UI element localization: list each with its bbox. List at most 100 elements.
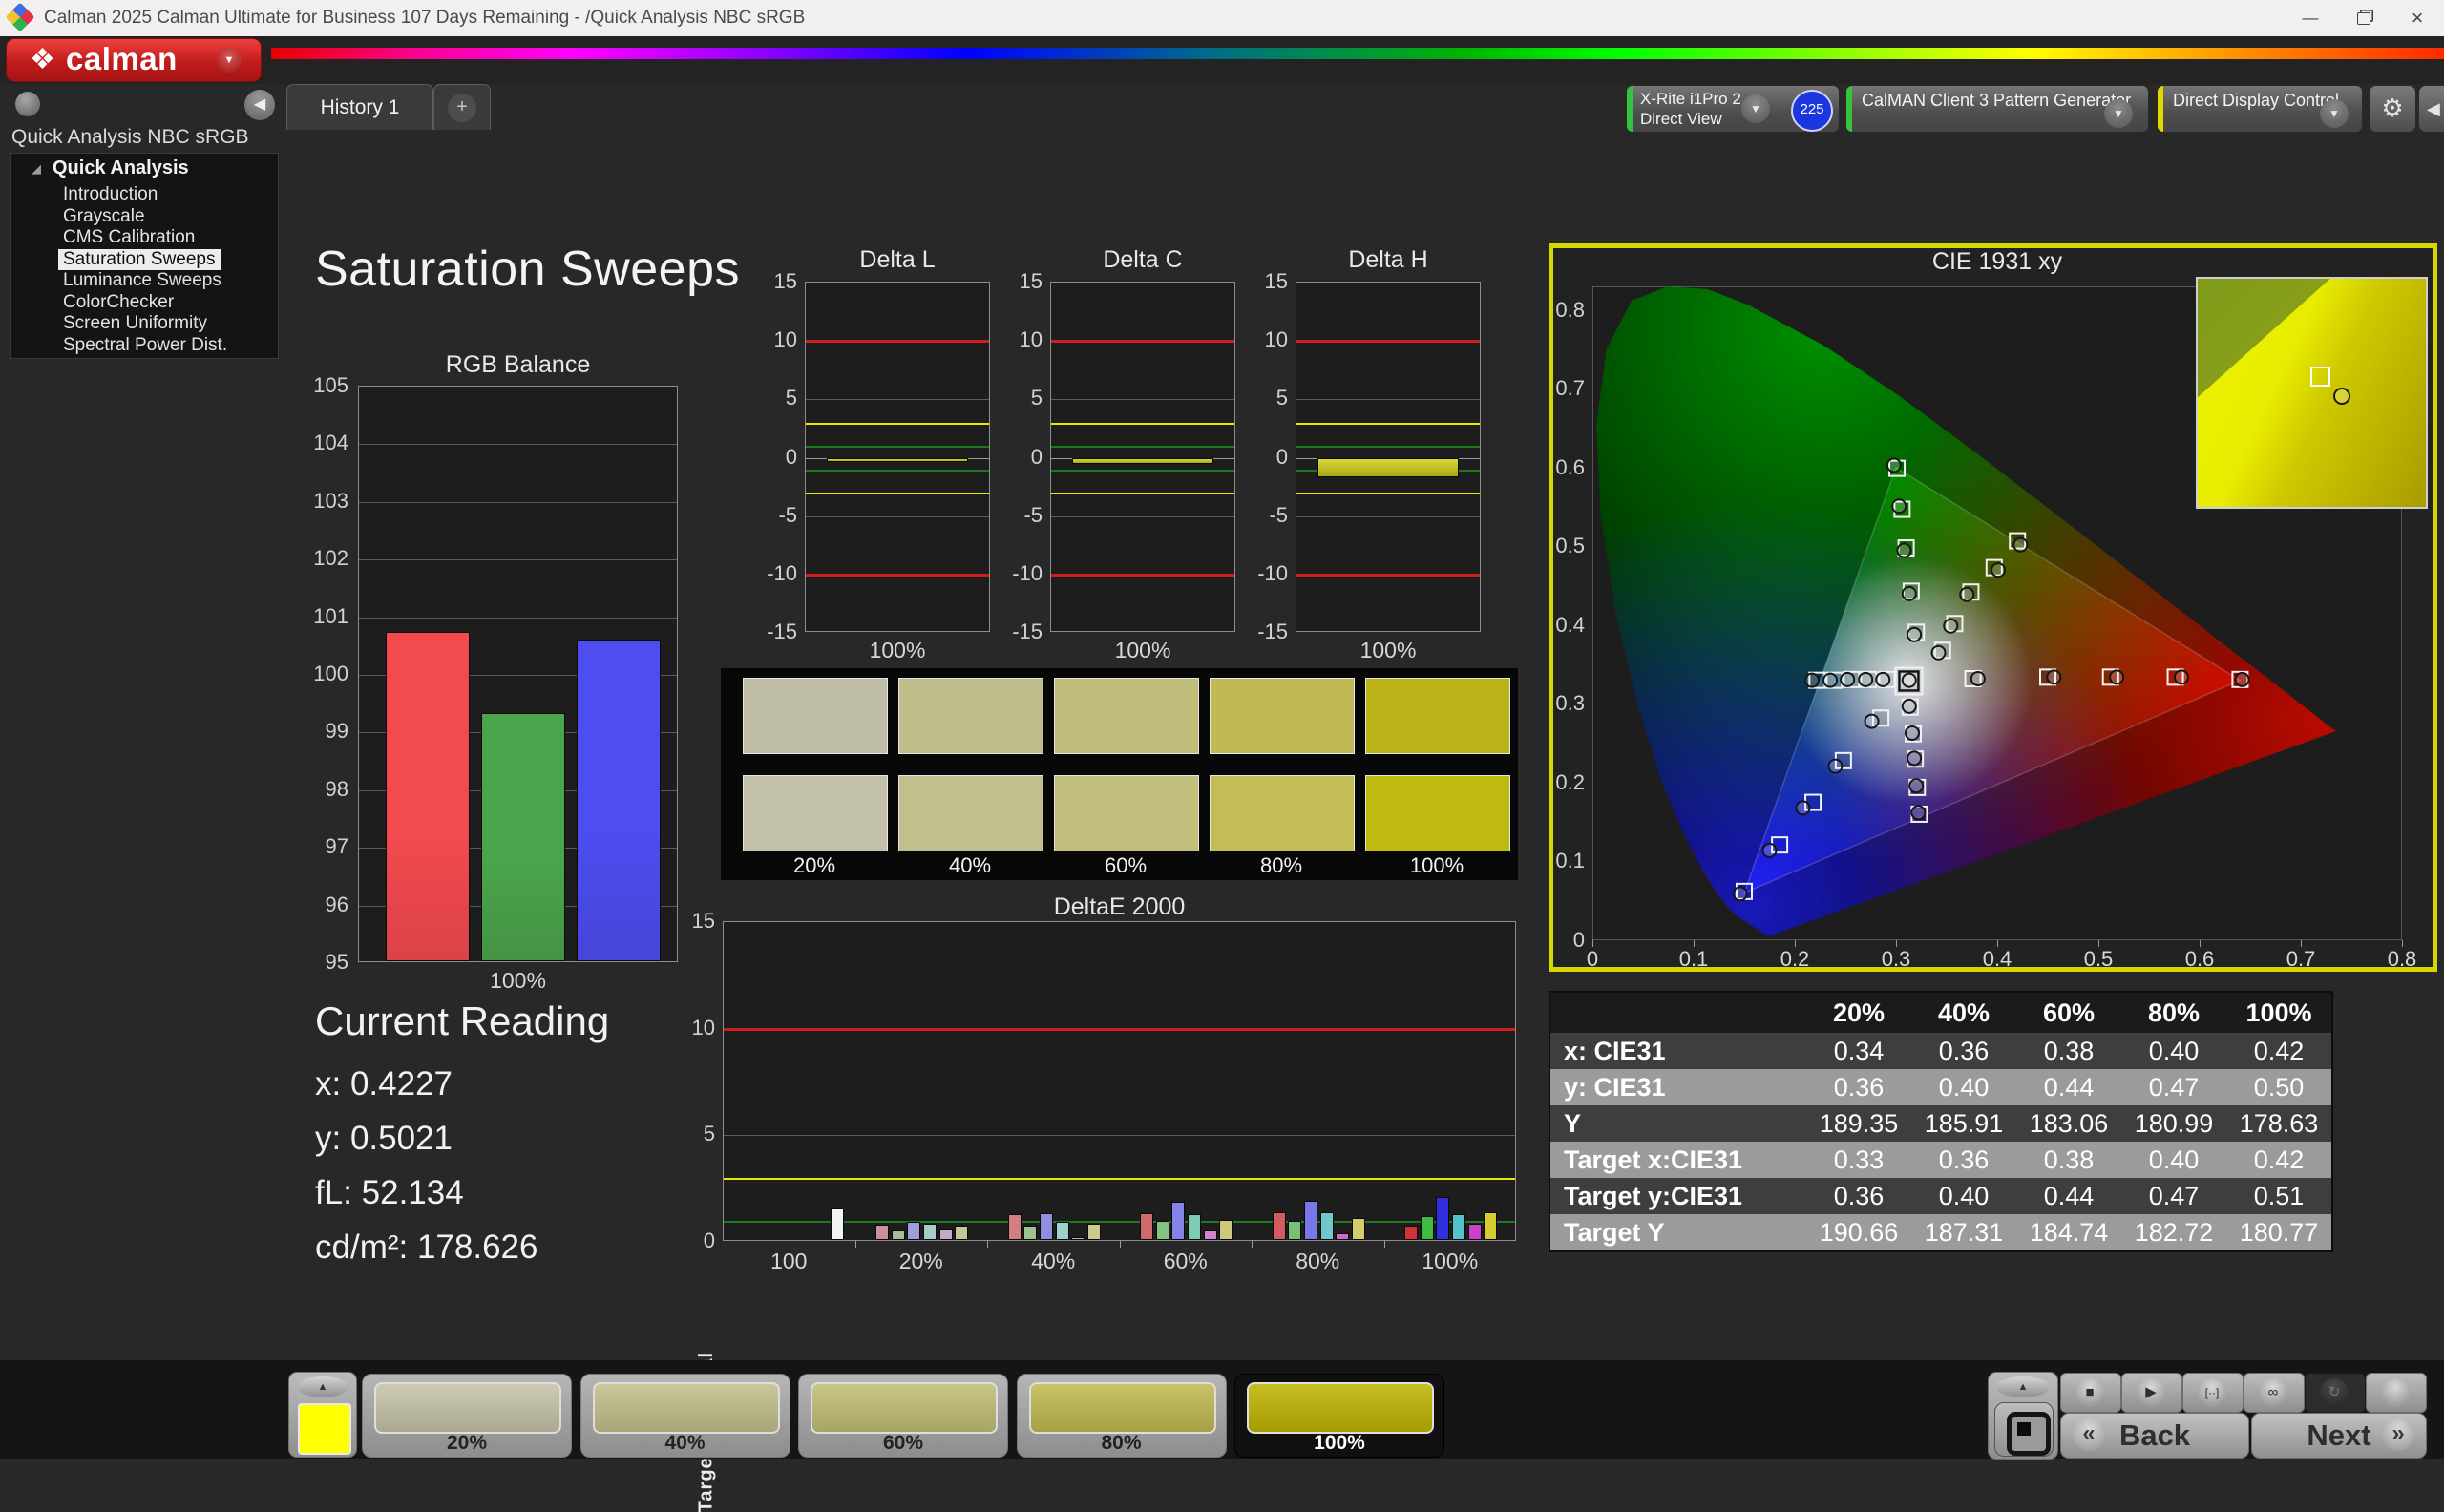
pattern-generator-dropdown[interactable]: CalMAN Client 3 Pattern Generator ▼ bbox=[1845, 85, 2149, 133]
quick-yellow-swatch[interactable] bbox=[298, 1403, 351, 1455]
table-cell: 183.06 bbox=[2029, 1109, 2109, 1138]
table-header-cell: 60% bbox=[2042, 998, 2096, 1027]
display-control-dropdown[interactable]: Direct Display Control ▼ bbox=[2157, 85, 2363, 133]
deltae-bar bbox=[907, 1222, 921, 1240]
gridline bbox=[359, 559, 677, 561]
table-row-label: Target x:CIE31 bbox=[1564, 1145, 1743, 1174]
pattern-level-button-20%[interactable]: 20% bbox=[362, 1374, 572, 1458]
collapse-panel-button[interactable]: ◀ bbox=[2418, 85, 2444, 133]
control-button-play[interactable]: ▶ bbox=[2121, 1373, 2182, 1413]
table-cell: 0.47 bbox=[2148, 1182, 2200, 1210]
layout-button[interactable] bbox=[1994, 1402, 2054, 1457]
limit-line-red bbox=[1051, 340, 1234, 344]
actual-swatch-40% bbox=[898, 678, 1043, 754]
sidebar-item-saturation-sweeps[interactable]: Saturation Sweeps bbox=[58, 248, 221, 270]
cie-ytick-label: 0.6 bbox=[1555, 454, 1585, 479]
sidebar-item-screen-uniformity[interactable]: Screen Uniformity bbox=[58, 313, 212, 334]
pattern-level-button-100%[interactable]: 100% bbox=[1234, 1374, 1444, 1458]
cie-measured-marker bbox=[1858, 671, 1874, 687]
next-chevron-icon: » bbox=[2382, 1418, 2414, 1451]
swatch-column-label: 60% bbox=[1104, 853, 1148, 877]
deltae-bar bbox=[891, 1229, 905, 1240]
rgb-ytick-label: 104 bbox=[313, 430, 348, 455]
cie-measured-marker bbox=[2234, 671, 2250, 687]
close-button[interactable]: × bbox=[2391, 0, 2444, 36]
restore-button[interactable] bbox=[2337, 0, 2391, 36]
delta-ytick-label: -15 bbox=[1257, 620, 1288, 643]
delta-ytick-label: -5 bbox=[1269, 502, 1288, 527]
sidebar-item-grayscale[interactable]: Grayscale bbox=[58, 206, 150, 227]
sidebar-item-introduction[interactable]: Introduction bbox=[58, 184, 162, 205]
cie-ytick-label: 0.2 bbox=[1555, 769, 1585, 794]
target-swatch-40% bbox=[898, 775, 1043, 851]
cie-measured-marker bbox=[1908, 778, 1925, 794]
control-button-pattern[interactable]: [··] bbox=[2182, 1373, 2244, 1413]
rgb-balance-plot bbox=[358, 386, 678, 962]
deltae-ytick-label: 15 bbox=[691, 909, 715, 933]
tab-history-1[interactable]: History 1 bbox=[286, 84, 433, 130]
deltae-bar bbox=[875, 1224, 890, 1240]
pattern-level-button-40%[interactable]: 40% bbox=[579, 1374, 790, 1458]
pattern-level-button-60%[interactable]: 60% bbox=[798, 1374, 1008, 1458]
cie-measured-marker bbox=[1991, 562, 2007, 578]
window-title: Calman 2025 Calman Ultimate for Business… bbox=[44, 8, 806, 28]
delta-l-title: Delta L bbox=[859, 246, 936, 273]
sidebar-item-luminance-sweeps[interactable]: Luminance Sweeps bbox=[58, 270, 226, 291]
table-cell: 182.72 bbox=[2134, 1218, 2214, 1247]
add-tab-button[interactable]: + bbox=[433, 84, 491, 130]
delta-ytick-label: -5 bbox=[778, 502, 797, 527]
sidebar-indicator-button[interactable] bbox=[15, 92, 40, 116]
cie-xtick-label: 0.2 bbox=[1780, 947, 1810, 971]
sidebar-item-spectral-power-dist-[interactable]: Spectral Power Dist. bbox=[58, 335, 232, 356]
chevron-down-icon: ▼ bbox=[2320, 99, 2349, 128]
gridline bbox=[359, 617, 677, 619]
meter-dropdown[interactable]: X-Rite i1Pro 2 Direct View ▼ 225 bbox=[1626, 85, 1840, 133]
control-button-stop[interactable]: ■ bbox=[2060, 1373, 2121, 1413]
limit-line-yellow bbox=[1051, 422, 1234, 425]
calman-menu-button[interactable]: ❖ calman ▼ bbox=[6, 38, 262, 82]
deltae-bar bbox=[923, 1224, 938, 1240]
sidebar-collapse-button[interactable]: ◀ bbox=[244, 90, 275, 120]
table-row: Y 189.35 185.91 183.06 180.99 178.63 bbox=[1550, 1105, 2331, 1142]
table-cell: 0.40 bbox=[2148, 1145, 2200, 1174]
table-cell: 190.66 bbox=[1819, 1218, 1899, 1247]
pattern-up-button[interactable]: ▲ bbox=[298, 1376, 348, 1397]
deltae-bar bbox=[1171, 1201, 1186, 1240]
back-button[interactable]: Back « bbox=[2060, 1413, 2249, 1459]
chevron-down-icon: ▼ bbox=[217, 48, 242, 73]
cie-1931-title: CIE 1931 xy bbox=[1931, 248, 2063, 275]
stop-icon: ■ bbox=[2075, 1378, 2104, 1407]
next-button[interactable]: Next» bbox=[2251, 1413, 2427, 1459]
gridline bbox=[1296, 515, 1480, 517]
delta-bar bbox=[827, 457, 968, 463]
tree-root-quick-analysis[interactable]: Quick Analysis bbox=[53, 158, 189, 179]
deltae-bar bbox=[1404, 1226, 1419, 1240]
meter-count-badge[interactable]: 225 bbox=[1791, 90, 1833, 132]
table-header-cell: 40% bbox=[1937, 998, 1991, 1027]
square-icon-fill bbox=[2017, 1422, 2031, 1436]
cie-measured-marker bbox=[1907, 626, 1923, 642]
table-cell: 0.42 bbox=[2253, 1037, 2305, 1065]
minimize-button[interactable]: — bbox=[2284, 0, 2337, 36]
control-button-sync[interactable]: ↻ bbox=[2305, 1373, 2366, 1413]
deltae-group-label: 20% bbox=[898, 1249, 943, 1273]
rgb-ytick-label: 97 bbox=[325, 834, 348, 859]
gridline bbox=[359, 444, 677, 446]
control-button-blank[interactable] bbox=[2366, 1373, 2427, 1413]
rgb-xaxis-label: 100% bbox=[490, 968, 546, 993]
limit-line-red bbox=[1296, 340, 1480, 344]
rgb-ytick-label: 95 bbox=[325, 950, 348, 974]
table-row-label: Target y:CIE31 bbox=[1564, 1182, 1743, 1210]
cie-xtick-label: 0.7 bbox=[2286, 947, 2316, 971]
session-up-button[interactable]: ▲ bbox=[1996, 1376, 2050, 1397]
control-button-infinity[interactable]: ∞ bbox=[2244, 1373, 2305, 1413]
settings-button[interactable]: ⚙ bbox=[2369, 85, 2416, 133]
sidebar-item-cms-calibration[interactable]: CMS Calibration bbox=[58, 227, 200, 248]
actual-swatch-60% bbox=[1054, 678, 1199, 754]
meter-mode: Direct View bbox=[1640, 110, 1722, 128]
gridline bbox=[1296, 399, 1480, 401]
table-cell: 178.63 bbox=[2239, 1109, 2319, 1138]
target-swatch-60% bbox=[1054, 775, 1199, 851]
sidebar-item-colorchecker[interactable]: ColorChecker bbox=[58, 292, 179, 313]
pattern-level-button-80%[interactable]: 80% bbox=[1016, 1374, 1227, 1458]
